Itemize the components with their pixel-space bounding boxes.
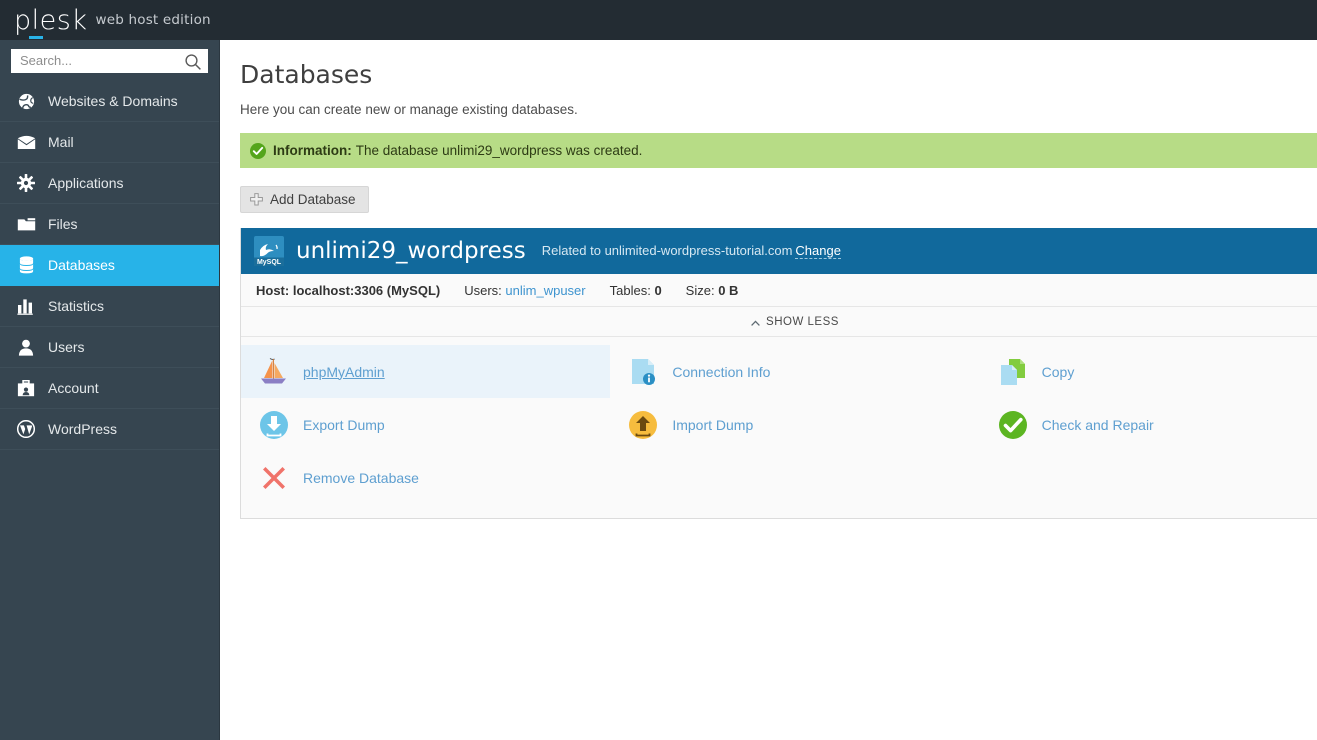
action-label: Connection Info — [672, 364, 770, 380]
phpmyadmin-sailboat-icon — [257, 355, 291, 389]
folder-icon — [15, 214, 37, 234]
action-copy[interactable]: Copy — [980, 345, 1317, 398]
check-circle-icon — [250, 143, 266, 159]
svg-text:MySQL: MySQL — [257, 259, 282, 266]
logo-wordmark: plesk — [14, 7, 87, 34]
tables-value: 0 — [654, 283, 661, 298]
mysql-icon: MySQL — [254, 236, 284, 266]
download-circle-icon — [257, 408, 291, 442]
logo-accent-underline — [29, 36, 43, 39]
search-box[interactable] — [11, 49, 208, 73]
upload-circle-icon — [626, 408, 660, 442]
sidebar-item-label: Users — [48, 340, 85, 355]
page-title: Databases — [240, 60, 1317, 89]
add-database-label: Add Database — [270, 192, 356, 207]
page-subtitle: Here you can create new or manage existi… — [240, 102, 1317, 117]
database-info-row: Host: localhost:3306 (MySQL) Users: unli… — [241, 274, 1317, 307]
action-connection-info[interactable]: Connection Info — [610, 345, 979, 398]
sidebar-item-label: Applications — [48, 176, 124, 191]
search-icon[interactable] — [184, 53, 202, 71]
main-content: Databases Here you can create new or man… — [220, 40, 1317, 740]
sidebar: Websites & Domains Mail Applic — [0, 40, 220, 740]
wordpress-icon — [15, 419, 37, 439]
sidebar-item-label: Files — [48, 217, 78, 232]
database-host: Host: localhost:3306 (MySQL) — [256, 283, 440, 298]
database-related-text: Related to unlimited-wordpress-tutorial.… — [542, 243, 793, 258]
action-export-dump[interactable]: Export Dump — [241, 398, 610, 451]
change-domain-link[interactable]: Change — [795, 243, 841, 259]
top-header-bar: plesk web host edition — [0, 0, 1317, 40]
sidebar-item-websites-domains[interactable]: Websites & Domains — [0, 81, 219, 122]
briefcase-icon — [15, 378, 37, 398]
sidebar-item-label: Account — [48, 381, 99, 396]
info-banner: Information: The database unlimi29_wordp… — [240, 133, 1317, 168]
tables-label: Tables: — [610, 283, 651, 298]
actions-row: Remove Database — [241, 451, 1317, 504]
search-input[interactable] — [12, 50, 207, 72]
sidebar-item-account[interactable]: Account — [0, 368, 219, 409]
globe-icon — [15, 91, 37, 111]
sidebar-item-label: Statistics — [48, 299, 104, 314]
database-name: unlimi29_wordpress — [296, 240, 526, 263]
action-label: Export Dump — [303, 417, 385, 433]
size-value: 0 B — [718, 283, 738, 298]
plesk-logo[interactable]: plesk web host edition — [14, 0, 211, 40]
sidebar-item-statistics[interactable]: Statistics — [0, 286, 219, 327]
info-banner-label: Information: — [273, 143, 352, 158]
action-label: Check and Repair — [1042, 417, 1154, 433]
database-panel-header: MySQL unlimi29_wordpress Related to unli… — [241, 228, 1317, 274]
document-info-icon — [626, 355, 660, 389]
action-label: phpMyAdmin — [303, 364, 385, 380]
action-remove-database[interactable]: Remove Database — [241, 451, 696, 504]
database-icon — [15, 255, 37, 275]
database-users: Users: unlim_wpuser — [464, 283, 585, 298]
show-less-label: SHOW LESS — [766, 316, 839, 328]
action-phpmyadmin[interactable]: phpMyAdmin — [241, 345, 610, 398]
sidebar-item-mail[interactable]: Mail — [0, 122, 219, 163]
gear-icon — [15, 173, 37, 193]
info-banner-message: The database unlimi29_wordpress was crea… — [356, 143, 643, 158]
sidebar-item-applications[interactable]: Applications — [0, 163, 219, 204]
sidebar-item-wordpress[interactable]: WordPress — [0, 409, 219, 450]
sidebar-item-label: Mail — [48, 135, 74, 150]
logo-edition-label: web host edition — [95, 12, 210, 28]
sidebar-item-databases[interactable]: Databases — [0, 245, 219, 286]
action-check-and-repair[interactable]: Check and Repair — [980, 398, 1317, 451]
database-tables: Tables: 0 — [610, 283, 662, 298]
database-related-domain: Related to unlimited-wordpress-tutorial.… — [542, 243, 841, 259]
host-value: localhost:3306 (MySQL) — [293, 283, 440, 298]
show-less-toggle[interactable]: SHOW LESS — [241, 307, 1317, 337]
action-label: Copy — [1042, 364, 1075, 380]
action-label: Remove Database — [303, 470, 419, 486]
host-label: Host: — [256, 283, 289, 298]
plus-icon — [250, 193, 263, 206]
red-x-icon — [257, 461, 291, 495]
size-label: Size: — [686, 283, 715, 298]
check-circle-green-icon — [996, 408, 1030, 442]
action-import-dump[interactable]: Import Dump — [610, 398, 979, 451]
actions-row: Export Dump Import Dump — [241, 398, 1317, 451]
copy-documents-icon — [996, 355, 1030, 389]
action-label: Import Dump — [672, 417, 753, 433]
sidebar-search-row — [0, 40, 219, 81]
database-size: Size: 0 B — [686, 283, 739, 298]
users-value-link[interactable]: unlim_wpuser — [505, 283, 585, 298]
sidebar-item-files[interactable]: Files — [0, 204, 219, 245]
database-panel: MySQL unlimi29_wordpress Related to unli… — [240, 228, 1317, 519]
add-database-button[interactable]: Add Database — [240, 186, 369, 213]
envelope-icon — [15, 132, 37, 152]
sidebar-item-label: WordPress — [48, 422, 117, 437]
users-label: Users: — [464, 283, 502, 298]
sidebar-item-label: Websites & Domains — [48, 94, 178, 109]
bar-chart-icon — [15, 296, 37, 316]
database-actions-grid: phpMyAdmin Connection Info — [241, 337, 1317, 518]
chevron-up-icon — [751, 318, 760, 325]
user-icon — [15, 337, 37, 357]
sidebar-item-label: Databases — [48, 258, 115, 273]
sidebar-item-users[interactable]: Users — [0, 327, 219, 368]
actions-row: phpMyAdmin Connection Info — [241, 345, 1317, 398]
